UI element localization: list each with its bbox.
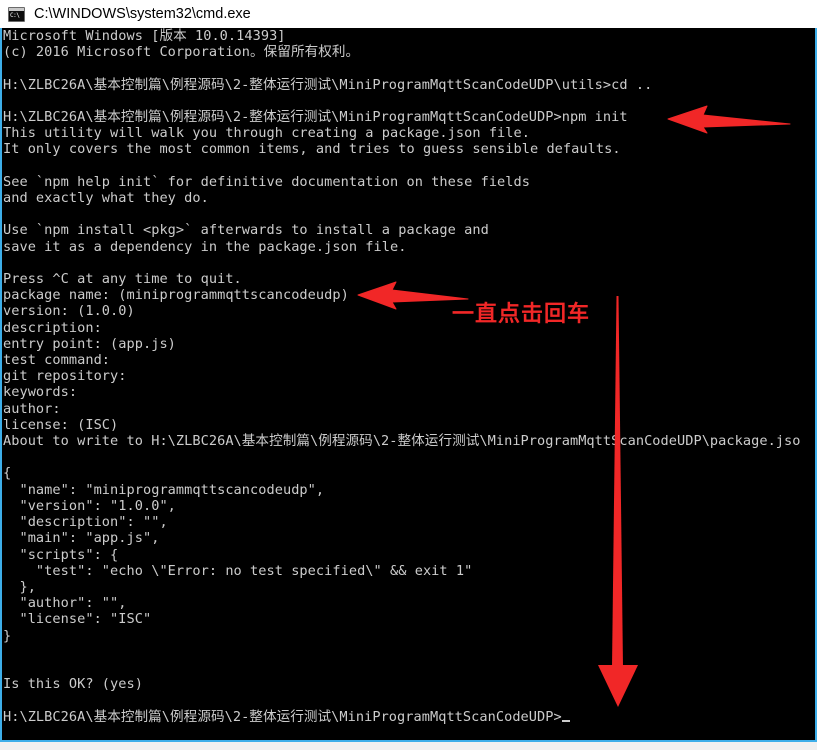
console-text: Microsoft Windows [版本 10.0.14393] (c) 20…	[3, 28, 801, 725]
cmd-console-icon: C:\	[8, 6, 25, 22]
title-bar[interactable]: C:\ C:\WINDOWS\system32\cmd.exe	[0, 0, 817, 28]
console-frame: Microsoft Windows [版本 10.0.14393] (c) 20…	[0, 28, 817, 742]
console-output-area[interactable]: Microsoft Windows [版本 10.0.14393] (c) 20…	[2, 28, 815, 738]
cmd-icon-glyph: C:\	[10, 11, 20, 19]
window-title: C:\WINDOWS\system32\cmd.exe	[34, 6, 251, 22]
console-cursor	[561, 719, 570, 722]
cmd-window: C:\ C:\WINDOWS\system32\cmd.exe Microsof…	[0, 0, 817, 742]
